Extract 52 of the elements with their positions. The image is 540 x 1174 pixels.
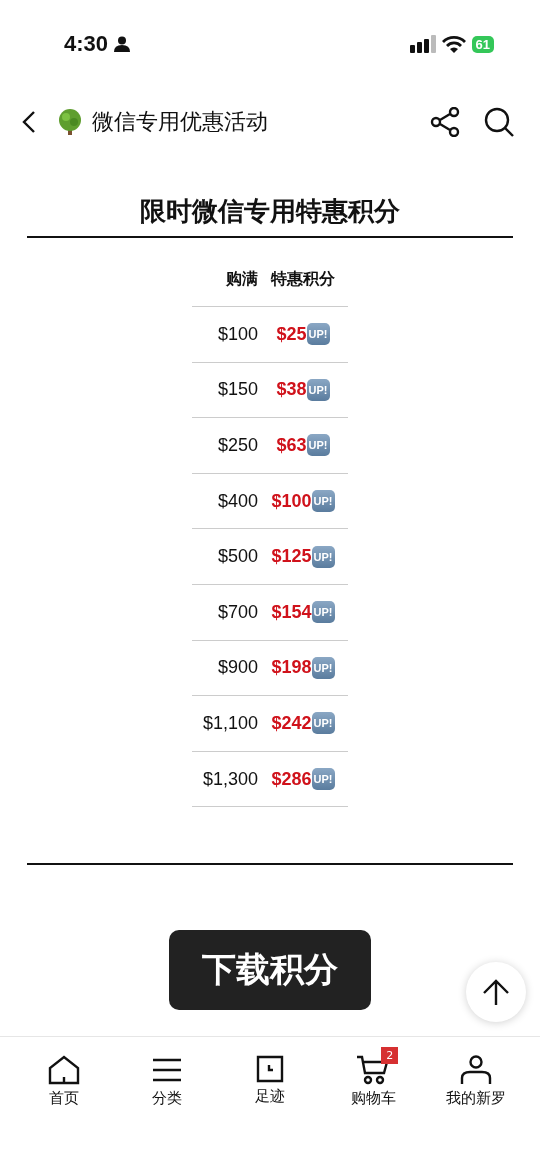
wifi-icon [441,35,466,53]
table-cell: $286 [271,768,312,790]
up-badge: UP! [306,323,330,346]
arrow-up-icon [482,978,510,1006]
up-badge: UP! [311,545,335,568]
person-icon [114,36,131,52]
column-header: 特惠积分 [271,268,335,290]
table-cell: $1,100 [202,712,258,734]
column-header: 购满 [226,268,258,290]
table-cell: $198 [271,657,312,679]
up-badge: UP! [306,434,330,457]
home-icon [47,1055,80,1085]
tab-bar-item[interactable]: 足迹 [224,1047,315,1108]
table-cell: $63 [276,435,307,456]
table-cell: $500 [217,546,258,568]
clock-icon [255,1055,284,1083]
cart-count-badge: 2 [381,1047,399,1064]
up-badge: UP! [306,378,330,401]
tree-icon [56,108,84,136]
up-badge: UP! [311,656,335,679]
table-cell: $154 [271,601,312,623]
tab-bar-item[interactable]: 分类 [121,1047,212,1108]
table-cell: $100 [271,490,312,512]
table-cell: $400 [217,490,258,512]
tab-bar-item[interactable]: 首页 [18,1047,109,1108]
share-icon[interactable] [430,107,460,137]
table-cell: $25 [276,323,307,345]
table-cell: $150 [217,379,258,401]
person-icon [460,1055,493,1085]
up-badge: UP! [311,601,335,624]
table-cell: $38 [276,379,307,401]
table-cell: $250 [217,435,258,456]
table-cell: $125 [271,546,312,568]
up-badge: UP! [311,768,335,791]
status-time: 4:30 [64,31,109,57]
table-cell: $1,300 [202,768,258,790]
tab-bar-item[interactable]: 我的新罗 [431,1047,522,1108]
scroll-top-button[interactable] [466,962,526,1022]
table-cell: $242 [271,712,312,734]
table-cell: $700 [217,601,258,623]
battery-level: 61 [471,35,494,53]
tab-bar-item[interactable]: 购物车 2 [328,1047,419,1108]
download-button[interactable]: 下载积分 [169,930,371,1011]
up-badge: UP! [311,712,335,735]
header-title: 微信专用优惠活动 [92,108,269,136]
table-cell: $100 [217,323,258,345]
signal-icon [409,35,436,53]
up-badge: UP! [311,490,335,513]
page-title: 限时微信专用特惠积分 [139,195,401,228]
table-cell: $900 [217,657,258,679]
back-icon[interactable] [22,110,36,134]
search-icon[interactable] [484,107,514,137]
